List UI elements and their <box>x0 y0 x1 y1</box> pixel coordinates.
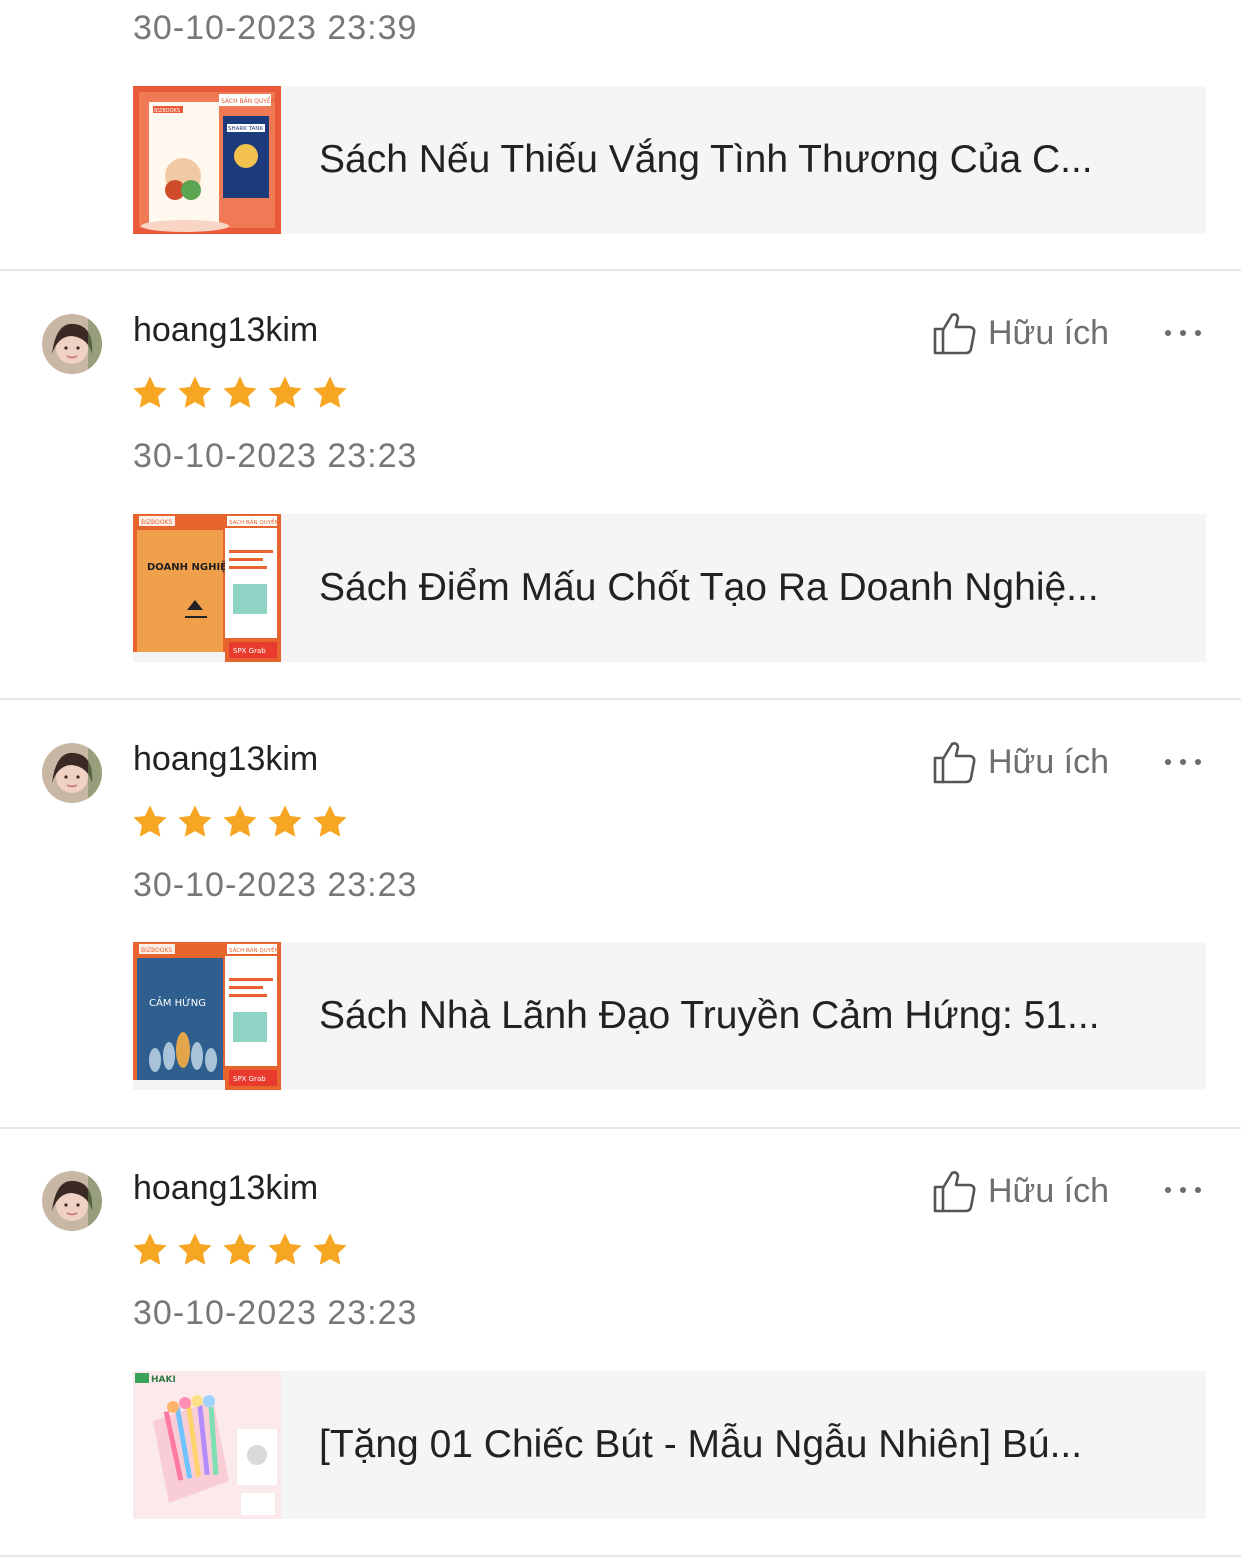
dot-icon <box>1195 330 1201 336</box>
helpful-button[interactable]: Hữu ích <box>930 308 1109 358</box>
star-rating <box>131 374 356 414</box>
review-timestamp: 30-10-2023 23:39 <box>133 9 418 47</box>
thumbs-up-icon <box>933 742 976 784</box>
thumbs-up-icon <box>933 1171 976 1213</box>
avatar[interactable] <box>42 314 102 374</box>
star-icon <box>268 1233 302 1265</box>
product-title: Sách Điểm Mấu Chốt Tạo Ra Doanh Nghiệ... <box>319 566 1099 609</box>
product-thumbnail: BIZBOOKS CẢM HỨNG SÁCH BẢN QUYỀN SPX Gra… <box>133 942 281 1090</box>
star-icon <box>133 805 167 837</box>
dot-icon <box>1165 759 1171 765</box>
review-timestamp: 30-10-2023 23:23 <box>133 437 418 475</box>
star-icon <box>223 1233 257 1265</box>
thumb-side-text: SHARK TANK <box>228 126 263 132</box>
product-title: Sách Nhà Lãnh Đạo Truyền Cảm Hứng: 51... <box>319 994 1100 1037</box>
helpful-label: Hữu ích <box>988 1171 1110 1210</box>
thumb-tag-text: SÁCH BẢN QUYỀN <box>221 97 275 105</box>
thumb-badge-text: BIZBOOKS <box>141 519 172 526</box>
product-thumbnail: BIZBOOKS DOANH NGHIỆP SÁCH BẢN QUYỀN SPX… <box>133 514 281 662</box>
thumbs-up-icon <box>933 313 976 355</box>
product-thumbnail: HAKI <box>133 1371 281 1519</box>
dot-icon <box>1180 759 1186 765</box>
product-card[interactable]: HAKI [Tặng 01 Chiếc Bút - Mẫu Ngẫu Nhiên… <box>133 1371 1206 1519</box>
thumb-tag-text: SÁCH BẢN QUYỀN <box>229 946 279 954</box>
helpful-button[interactable]: Hữu ích <box>930 737 1109 787</box>
thumb-footer-text: SPX Grab <box>233 647 266 655</box>
thumb-badge-text: BIZBOOKS <box>141 947 172 954</box>
dot-icon <box>1180 330 1186 336</box>
helpful-label: Hữu ích <box>988 313 1110 352</box>
star-icon <box>313 805 347 837</box>
star-icon <box>223 376 257 408</box>
thumb-tag-text: SÁCH BẢN QUYỀN <box>229 518 279 526</box>
product-title: [Tặng 01 Chiếc Bút - Mẫu Ngẫu Nhiên] Bú.… <box>319 1423 1083 1466</box>
dot-icon <box>1165 1187 1171 1193</box>
thumb-badge-text: BIZBOOKS <box>154 108 180 114</box>
product-thumbnail: BIZBOOKS SHARK TANK SÁCH BẢN QUYỀN <box>133 86 281 234</box>
star-icon <box>178 376 212 408</box>
dot-icon <box>1165 330 1171 336</box>
star-icon <box>268 805 302 837</box>
helpful-button[interactable]: Hữu ích <box>930 1166 1109 1216</box>
dot-icon <box>1180 1187 1186 1193</box>
star-icon <box>313 1233 347 1265</box>
divider <box>0 1127 1241 1129</box>
more-options-button[interactable] <box>1162 318 1204 348</box>
review-timestamp: 30-10-2023 23:23 <box>133 1294 418 1332</box>
thumb-footer-text: SPX Grab <box>233 1075 266 1083</box>
star-icon <box>133 376 167 408</box>
more-options-button[interactable] <box>1162 747 1204 777</box>
thumb-title-text: DOANH NGHIỆP <box>147 560 234 573</box>
thumb-badge-text: HAKI <box>151 1375 176 1385</box>
helpful-label: Hữu ích <box>988 742 1110 781</box>
dot-icon <box>1195 759 1201 765</box>
product-title: Sách Nếu Thiếu Vắng Tình Thương Của C... <box>319 138 1093 181</box>
product-card[interactable]: BIZBOOKS SHARK TANK SÁCH BẢN QUYỀN Sách … <box>133 86 1206 234</box>
divider <box>0 269 1241 271</box>
star-icon <box>268 376 302 408</box>
more-options-button[interactable] <box>1162 1175 1204 1205</box>
star-icon <box>178 805 212 837</box>
star-icon <box>223 805 257 837</box>
star-icon <box>133 1233 167 1265</box>
avatar[interactable] <box>42 1171 102 1231</box>
divider <box>0 698 1241 700</box>
username[interactable]: hoang13kim <box>133 739 318 779</box>
star-rating <box>131 1231 356 1271</box>
dot-icon <box>1195 1187 1201 1193</box>
review-timestamp: 30-10-2023 23:23 <box>133 866 418 904</box>
product-card[interactable]: BIZBOOKS DOANH NGHIỆP SÁCH BẢN QUYỀN SPX… <box>133 514 1206 662</box>
star-icon <box>313 376 347 408</box>
star-rating <box>131 803 356 843</box>
username[interactable]: hoang13kim <box>133 310 318 350</box>
star-icon <box>178 1233 212 1265</box>
username[interactable]: hoang13kim <box>133 1168 318 1208</box>
avatar[interactable] <box>42 743 102 803</box>
product-card[interactable]: BIZBOOKS CẢM HỨNG SÁCH BẢN QUYỀN SPX Gra… <box>133 942 1206 1090</box>
thumb-title-text: CẢM HỨNG <box>149 995 206 1009</box>
